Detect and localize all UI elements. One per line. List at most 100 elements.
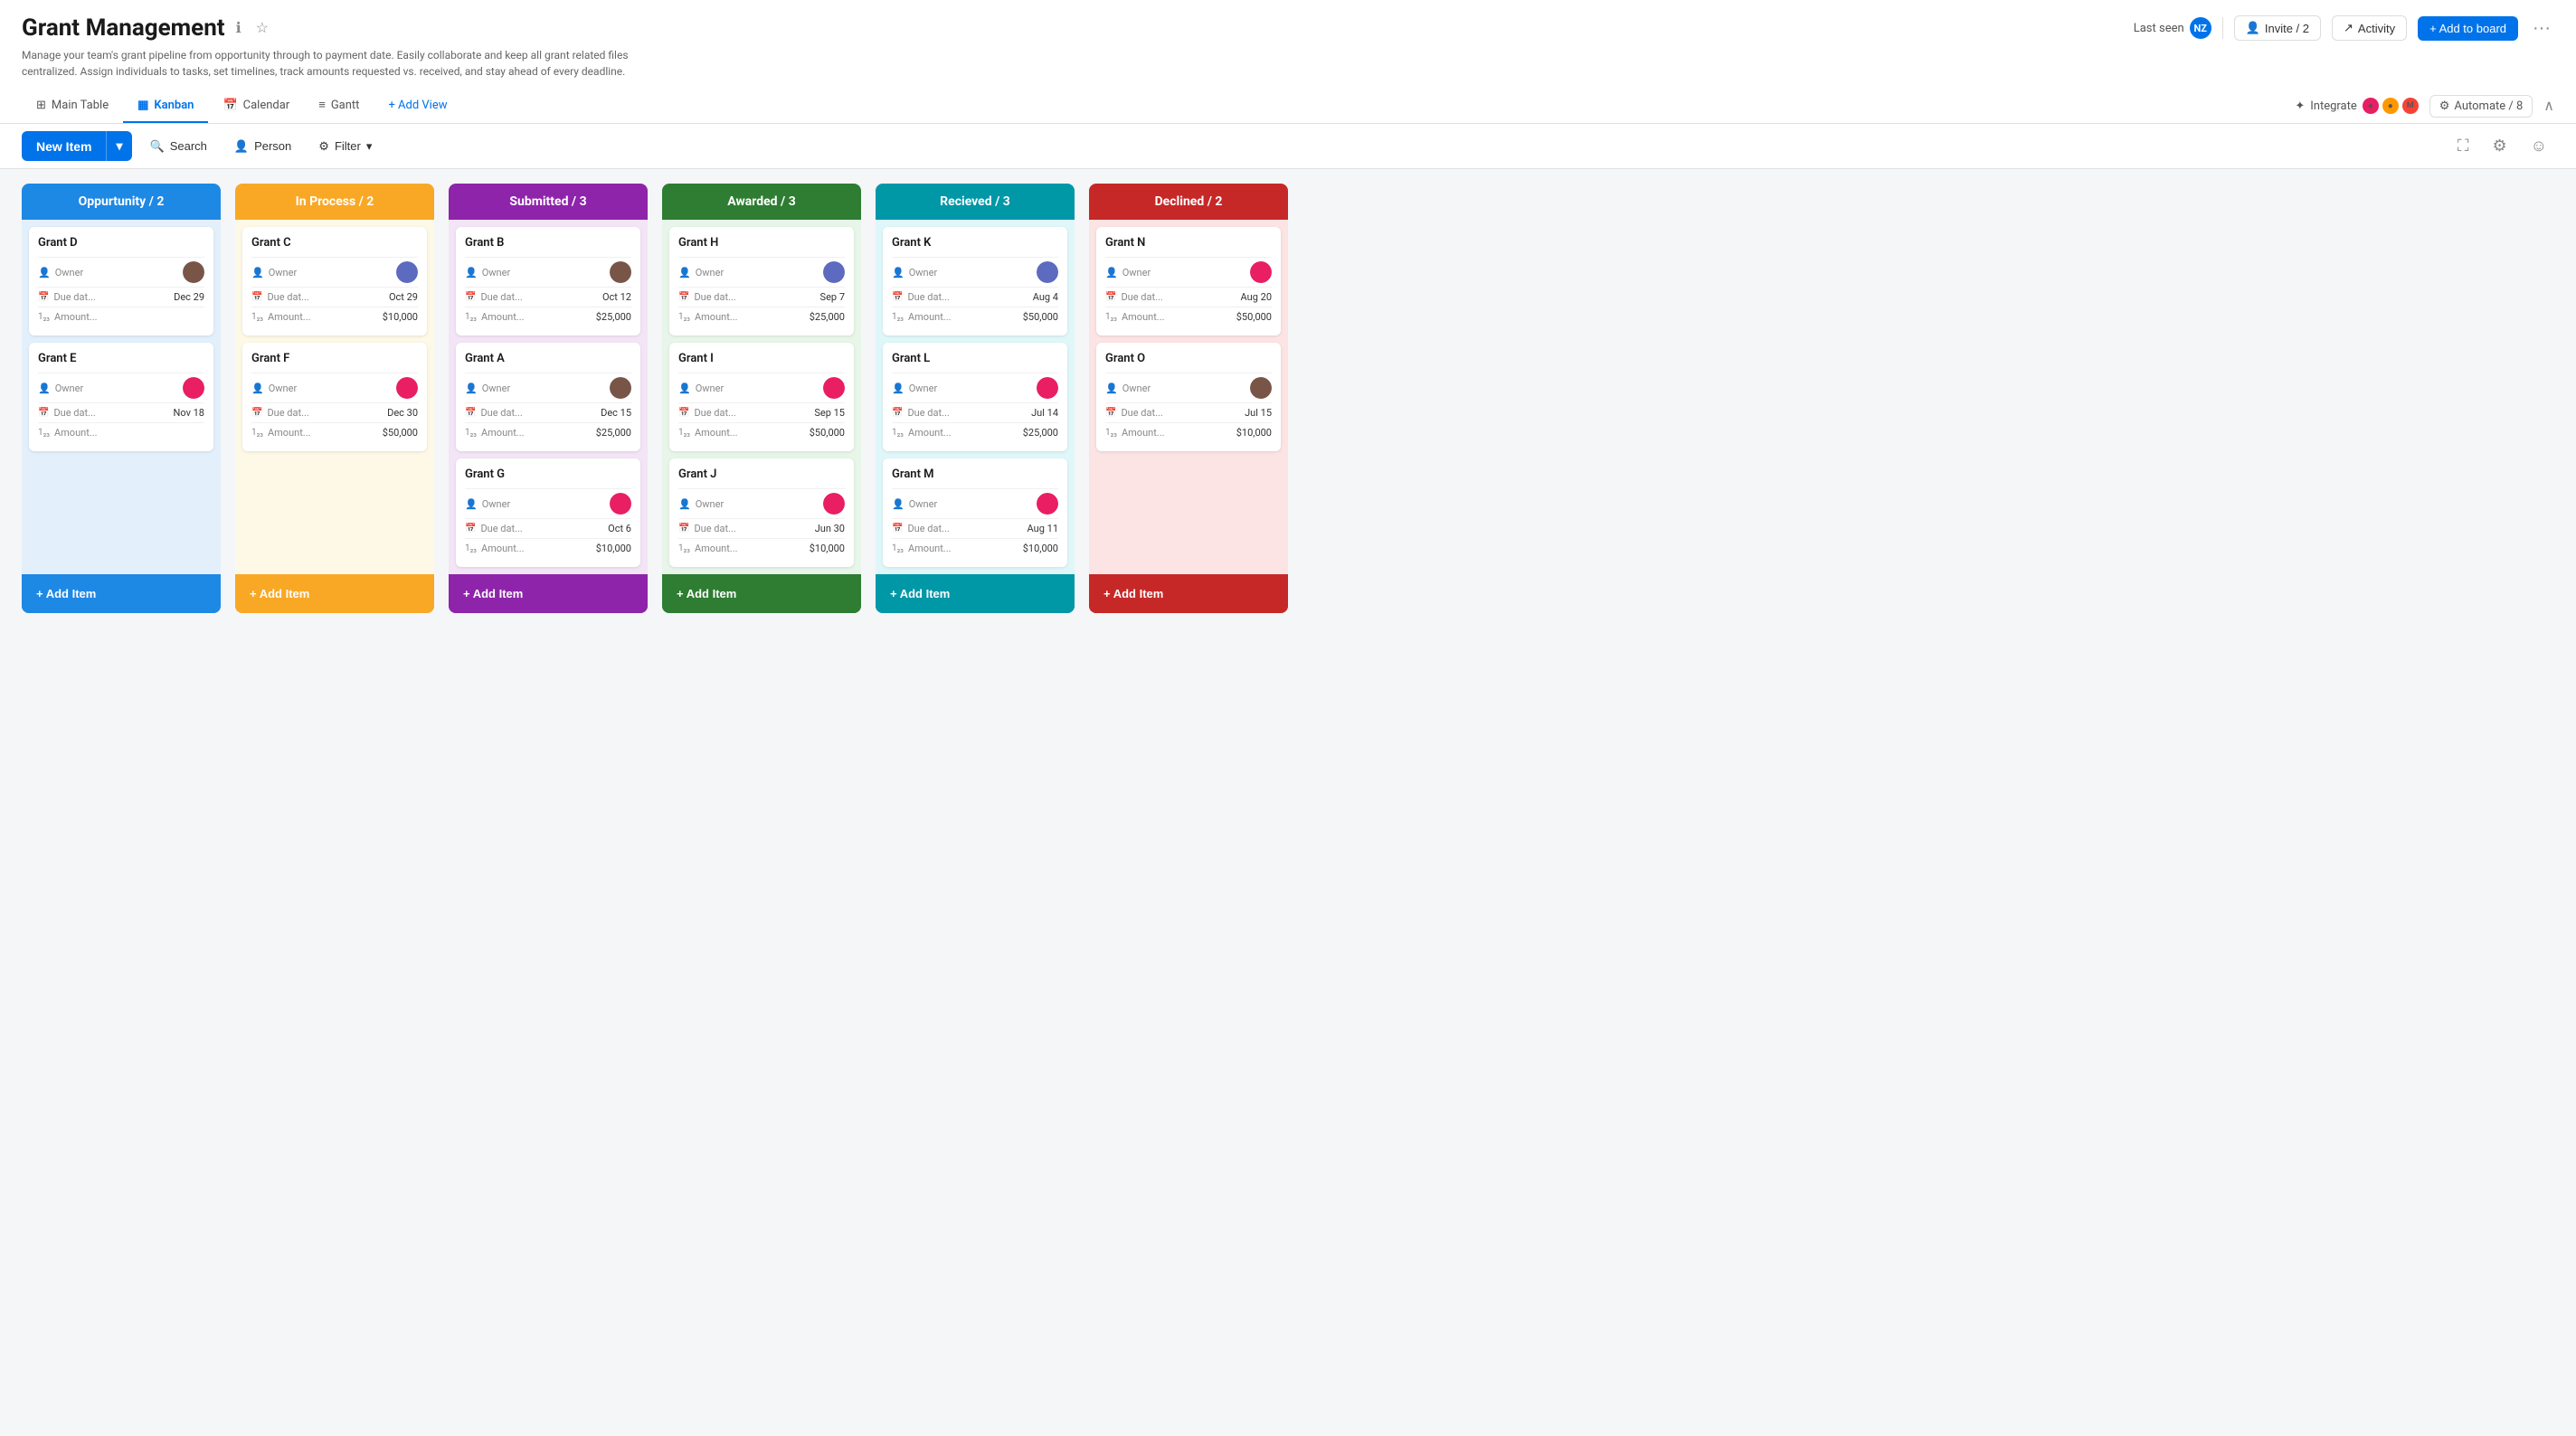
- collapse-button[interactable]: ∧: [2543, 97, 2554, 115]
- card-owner-field: 👤 Owner: [892, 257, 1058, 287]
- due-label: 📅 Due dat...: [678, 291, 736, 303]
- kanban-card[interactable]: Grant F 👤 Owner 📅 Due dat... Dec 30 1₂₃ …: [242, 343, 427, 451]
- calendar-icon: 📅: [892, 524, 903, 534]
- kanban-card[interactable]: Grant C 👤 Owner 📅 Due dat... Oct 29 1₂₃ …: [242, 227, 427, 335]
- header-subtitle: Manage your team's grant pipeline from o…: [22, 47, 655, 80]
- card-owner-field: 👤 Owner: [465, 373, 631, 402]
- star-icon[interactable]: ☆: [252, 17, 272, 39]
- avatar-face: [823, 261, 845, 283]
- activity-icon: ↗: [2344, 21, 2353, 35]
- header: Grant Management ℹ ☆ Last seen NZ 👤 Invi…: [0, 0, 2576, 124]
- person-filter-button[interactable]: 👤 Person: [225, 134, 300, 159]
- toolbar: New Item ▾ 🔍 Search 👤 Person ⚙ Filter ▾ …: [0, 124, 2576, 169]
- kanban-card[interactable]: Grant H 👤 Owner 📅 Due dat... Sep 7 1₂₃ A…: [669, 227, 854, 335]
- col-body-submitted: Grant B 👤 Owner 📅 Due dat... Oct 12 1₂₃ …: [449, 220, 648, 574]
- kanban-card[interactable]: Grant K 👤 Owner 📅 Due dat... Aug 4 1₂₃ A…: [883, 227, 1067, 335]
- emoji-button[interactable]: ☺: [2524, 133, 2554, 159]
- integration-icon-2: ●: [2382, 98, 2399, 114]
- card-title: Grant L: [892, 352, 1058, 365]
- card-amount-field: 1₂₃ Amount... $25,000: [465, 422, 631, 442]
- avatar-face: [610, 261, 631, 283]
- kanban-card[interactable]: Grant A 👤 Owner 📅 Due dat... Dec 15 1₂₃ …: [456, 343, 640, 451]
- integration-icon-3: M: [2402, 98, 2419, 114]
- kanban-card[interactable]: Grant G 👤 Owner 📅 Due dat... Oct 6 1₂₃ A…: [456, 458, 640, 567]
- add-item-button[interactable]: + Add Item: [669, 581, 854, 606]
- number-icon: 1₂₃: [1105, 428, 1117, 438]
- amount-value: $25,000: [596, 311, 631, 323]
- owner-label: 👤 Owner: [892, 383, 937, 394]
- col-body-inprocess: Grant C 👤 Owner 📅 Due dat... Oct 29 1₂₃ …: [235, 220, 434, 574]
- avatar-face: [823, 377, 845, 399]
- owner-label: 👤 Owner: [892, 267, 937, 279]
- owner-label: 👤 Owner: [1105, 383, 1151, 394]
- info-icon[interactable]: ℹ: [232, 17, 245, 39]
- fullscreen-button[interactable]: ⛶: [2450, 133, 2477, 159]
- new-item-dropdown-arrow[interactable]: ▾: [106, 131, 131, 161]
- tab-main-table[interactable]: ⊞ Main Table: [22, 90, 123, 123]
- card-due-field: 📅 Due dat... Oct 29: [251, 287, 418, 307]
- due-label: 📅 Due dat...: [1105, 407, 1163, 419]
- col-footer-inprocess: + Add Item: [235, 574, 434, 613]
- card-owner-field: 👤 Owner: [678, 488, 845, 518]
- add-item-button[interactable]: + Add Item: [1096, 581, 1281, 606]
- more-options-button[interactable]: ···: [2529, 18, 2554, 39]
- card-owner-field: 👤 Owner: [38, 257, 204, 287]
- owner-icon: 👤: [892, 383, 904, 394]
- board-container: Oppurtunity / 2Grant D 👤 Owner 📅 Due dat…: [0, 169, 2576, 628]
- col-header-declined: Declined / 2: [1089, 184, 1288, 220]
- new-item-button[interactable]: New Item ▾: [22, 131, 132, 161]
- invite-button[interactable]: 👤 Invite / 2: [2234, 15, 2321, 41]
- tab-calendar[interactable]: 📅 Calendar: [208, 90, 304, 123]
- col-footer-awarded: + Add Item: [662, 574, 861, 613]
- card-due-field: 📅 Due dat... Nov 18: [38, 402, 204, 422]
- number-icon: 1₂₃: [892, 543, 904, 553]
- card-due-field: 📅 Due dat... Sep 15: [678, 402, 845, 422]
- col-header-received: Recieved / 3: [876, 184, 1075, 220]
- tab-gantt[interactable]: ≡ Gantt: [304, 89, 374, 123]
- tab-kanban[interactable]: ▦ Kanban: [123, 90, 208, 123]
- col-footer-received: + Add Item: [876, 574, 1075, 613]
- kanban-card[interactable]: Grant D 👤 Owner 📅 Due dat... Dec 29 1₂₃ …: [29, 227, 213, 335]
- avatar-face: [823, 493, 845, 515]
- owner-avatar: [396, 261, 418, 283]
- card-title: Grant M: [892, 468, 1058, 481]
- kanban-card[interactable]: Grant M 👤 Owner 📅 Due dat... Aug 11 1₂₃ …: [883, 458, 1067, 567]
- card-owner-field: 👤 Owner: [892, 488, 1058, 518]
- owner-icon: 👤: [465, 383, 478, 394]
- kanban-card[interactable]: Grant O 👤 Owner 📅 Due dat... Jul 15 1₂₃ …: [1096, 343, 1281, 451]
- automate-control[interactable]: ⚙ Automate / 8: [2429, 95, 2533, 118]
- kanban-card[interactable]: Grant L 👤 Owner 📅 Due dat... Jul 14 1₂₃ …: [883, 343, 1067, 451]
- due-label: 📅 Due dat...: [1105, 291, 1163, 303]
- number-icon: 1₂₃: [38, 428, 50, 438]
- integrate-control[interactable]: ✦ Integrate ● ● M: [2295, 98, 2418, 114]
- calendar-icon: 📅: [892, 408, 903, 418]
- kanban-card[interactable]: Grant N 👤 Owner 📅 Due dat... Aug 20 1₂₃ …: [1096, 227, 1281, 335]
- add-item-button[interactable]: + Add Item: [883, 581, 1067, 606]
- number-icon: 1₂₃: [892, 312, 904, 322]
- add-item-button[interactable]: + Add Item: [242, 581, 427, 606]
- kanban-card[interactable]: Grant B 👤 Owner 📅 Due dat... Oct 12 1₂₃ …: [456, 227, 640, 335]
- owner-label: 👤 Owner: [678, 498, 724, 510]
- owner-icon: 👤: [38, 383, 51, 394]
- col-header-inprocess: In Process / 2: [235, 184, 434, 220]
- activity-button[interactable]: ↗ Activity: [2332, 15, 2407, 41]
- add-view-button[interactable]: + Add View: [374, 90, 461, 123]
- settings-button[interactable]: ⚙: [2485, 133, 2514, 159]
- add-item-button[interactable]: + Add Item: [456, 581, 640, 606]
- kanban-card[interactable]: Grant E 👤 Owner 📅 Due dat... Nov 18 1₂₃ …: [29, 343, 213, 451]
- card-amount-field: 1₂₃ Amount... $25,000: [678, 307, 845, 326]
- search-button[interactable]: 🔍 Search: [141, 134, 216, 159]
- add-to-board-button[interactable]: + Add to board: [2418, 16, 2518, 41]
- person-icon: 👤: [234, 139, 249, 154]
- owner-label: 👤 Owner: [892, 498, 937, 510]
- kanban-card[interactable]: Grant J 👤 Owner 📅 Due dat... Jun 30 1₂₃ …: [669, 458, 854, 567]
- card-owner-field: 👤 Owner: [251, 373, 418, 402]
- amount-value: $50,000: [1023, 311, 1058, 323]
- amount-value: $10,000: [810, 543, 845, 554]
- add-item-button[interactable]: + Add Item: [29, 581, 213, 606]
- calendar-icon: 📅: [1105, 292, 1116, 302]
- number-icon: 1₂₃: [465, 312, 477, 322]
- filter-button[interactable]: ⚙ Filter ▾: [309, 134, 381, 159]
- card-amount-field: 1₂₃ Amount... $50,000: [1105, 307, 1272, 326]
- kanban-card[interactable]: Grant I 👤 Owner 📅 Due dat... Sep 15 1₂₃ …: [669, 343, 854, 451]
